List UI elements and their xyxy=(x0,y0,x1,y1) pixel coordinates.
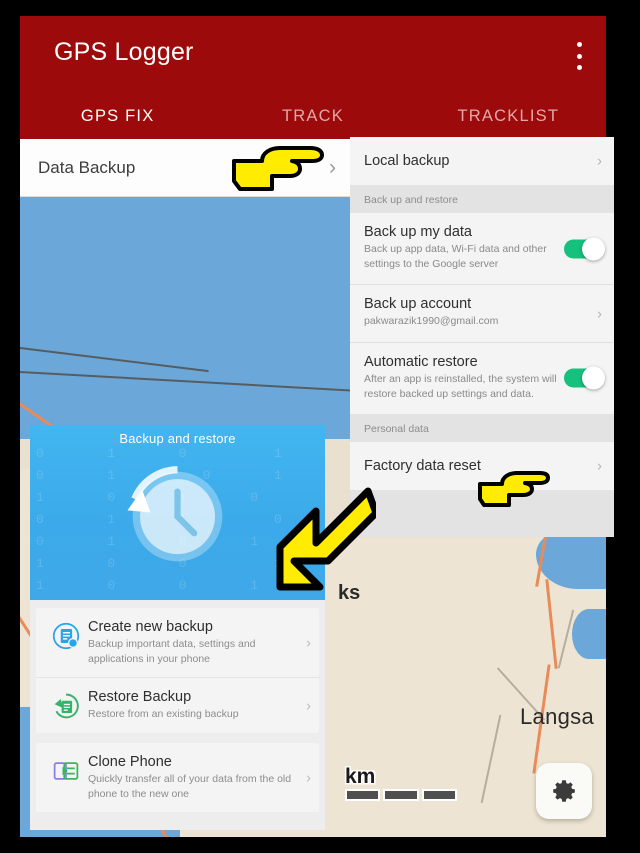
backup-account-label: Back up account xyxy=(364,296,472,313)
map-scale-bar xyxy=(345,789,460,801)
map-scale-unit: km xyxy=(345,765,376,788)
automatic-restore-subtitle: After an app is reinstalled, the system … xyxy=(364,372,557,400)
chevron-right-icon: › xyxy=(306,769,311,787)
data-backup-label: Data Backup xyxy=(38,157,136,177)
clone-phone-icon-wrap xyxy=(44,754,88,785)
settings-row-backup-my-data[interactable]: Back up my data Back up app data, Wi-Fi … xyxy=(350,213,614,285)
settings-section-personal-data: Personal data xyxy=(350,414,614,443)
chevron-right-icon: › xyxy=(597,457,602,475)
automatic-restore-label: Automatic restore xyxy=(364,353,478,370)
settings-row-local-backup[interactable]: Local backup › xyxy=(350,137,614,185)
chevron-right-icon: › xyxy=(597,305,602,323)
map-settings-fab[interactable] xyxy=(536,763,592,819)
restore-backup-text: Restore Backup Restore from an existing … xyxy=(88,689,309,722)
backup-restore-title: Backup and restore xyxy=(119,431,236,446)
settings-row-automatic-restore[interactable]: Automatic restore After an app is reinst… xyxy=(350,341,614,415)
list-item-restore-backup[interactable]: Restore Backup Restore from an existing … xyxy=(36,677,319,733)
backup-actions-group-2: Clone Phone Quickly transfer all of your… xyxy=(36,743,319,813)
local-backup-label: Local backup xyxy=(364,153,450,169)
document-restore-icon xyxy=(54,694,79,719)
document-backup-icon xyxy=(52,622,80,650)
settings-row-backup-account[interactable]: Back up account pakwarazik1990@gmail.com… xyxy=(350,284,614,342)
map-water-east-2 xyxy=(572,609,606,659)
create-new-backup-text: Create new backup Backup important data,… xyxy=(88,619,309,666)
settings-section-backup-restore: Back up and restore xyxy=(350,185,614,213)
factory-reset-label: Factory data reset xyxy=(364,458,481,475)
backup-restore-panel: 0 1 0 1 0 1 0 1 1 0 1 0 0 1 1 0 0 1 0 1 … xyxy=(30,425,325,830)
backup-my-data-toggle[interactable] xyxy=(564,237,605,261)
clone-phone-subtitle: Quickly transfer all of your data from t… xyxy=(88,773,292,800)
tab-bar: GPS FIX TRACK TRACKLIST xyxy=(20,102,606,139)
page-title: GPS Logger xyxy=(54,38,194,66)
settings-row-factory-reset[interactable]: Factory data reset › xyxy=(350,442,614,491)
backup-my-data-label: Back up my data xyxy=(364,224,472,240)
document-restore-icon-wrap xyxy=(44,689,88,720)
clock-restore-icon-wrap xyxy=(30,452,325,577)
backup-restore-hero: 0 1 0 1 0 1 0 1 1 0 1 0 0 1 1 0 0 1 0 1 … xyxy=(30,425,325,600)
more-vertical-icon[interactable] xyxy=(576,42,582,70)
map-label-langsa: Langsa xyxy=(520,704,594,729)
tab-tracklist[interactable]: TRACKLIST xyxy=(411,102,606,139)
data-backup-row[interactable]: Data Backup › xyxy=(20,139,350,197)
list-item-clone-phone[interactable]: Clone Phone Quickly transfer all of your… xyxy=(36,743,319,812)
restore-backup-subtitle: Restore from an existing backup xyxy=(88,708,239,721)
gear-icon xyxy=(553,780,575,802)
restore-backup-title: Restore Backup xyxy=(88,689,192,706)
android-settings-panel: Local backup › Back up and restore Back … xyxy=(350,137,614,537)
list-item-create-new-backup[interactable]: Create new backup Backup important data,… xyxy=(36,608,319,677)
backup-my-data-subtitle: Back up app data, Wi-Fi data and other s… xyxy=(364,243,547,271)
map-label-partial: ks xyxy=(338,582,361,604)
automatic-restore-toggle[interactable] xyxy=(564,366,605,390)
document-backup-icon-wrap xyxy=(44,619,88,650)
clone-phone-text: Clone Phone Quickly transfer all of your… xyxy=(88,754,309,801)
tab-gps-fix[interactable]: GPS FIX xyxy=(20,102,215,139)
clock-restore-icon xyxy=(127,466,223,562)
backup-actions-group-1: Create new backup Backup important data,… xyxy=(36,608,319,734)
clone-phone-title: Clone Phone xyxy=(88,754,172,771)
tab-track[interactable]: TRACK xyxy=(215,102,410,139)
screen-root: Langsa ks km GPS Logger GPS FIX TRACK TR… xyxy=(0,0,640,853)
chevron-right-icon: › xyxy=(306,697,311,715)
create-new-backup-title: Create new backup xyxy=(88,619,213,635)
create-new-backup-subtitle: Backup important data, settings and appl… xyxy=(88,638,256,665)
chevron-right-icon: › xyxy=(597,152,602,170)
clone-phone-icon xyxy=(53,762,79,780)
app-bar: GPS Logger GPS FIX TRACK TRACKLIST xyxy=(20,16,606,139)
chevron-right-icon: › xyxy=(329,155,336,179)
backup-account-value: pakwarazik1990@gmail.com xyxy=(364,315,499,328)
chevron-right-icon: › xyxy=(306,634,311,652)
